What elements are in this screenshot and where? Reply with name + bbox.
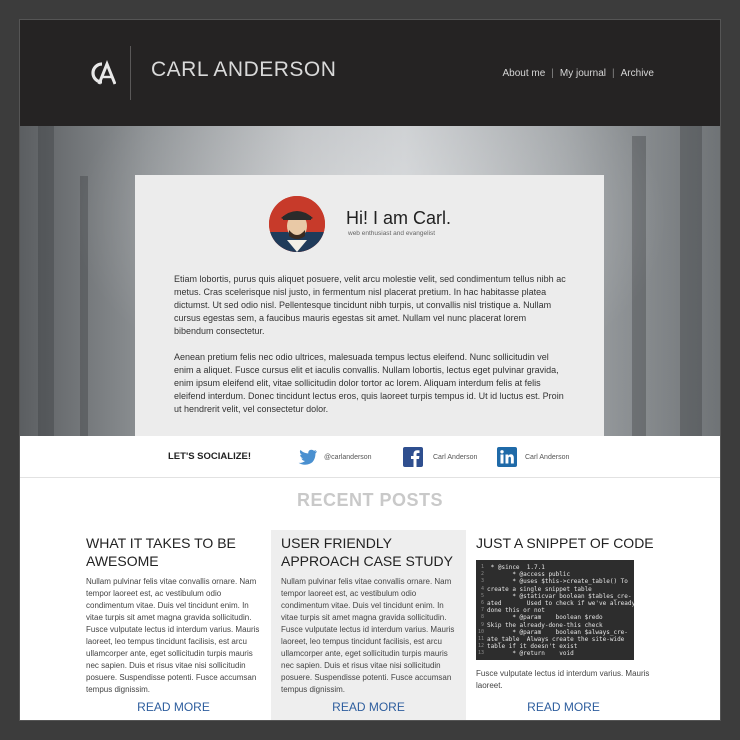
- code-line-number: 9: [481, 621, 485, 628]
- avatar-portrait-icon: [269, 196, 325, 252]
- code-line-number: 1: [481, 564, 485, 570]
- nav-separator: |: [612, 68, 615, 79]
- intro-card: Hi! I am Carl. web enthusiast and evange…: [135, 175, 604, 436]
- code-line-number: 6: [481, 600, 485, 607]
- read-more-link[interactable]: READ MORE: [271, 700, 466, 714]
- social-link-facebook[interactable]: Carl Anderson: [403, 447, 477, 467]
- post-title[interactable]: USER FRIENDLY APPROACH CASE STUDY: [281, 534, 461, 570]
- code-line-number: 3: [481, 578, 485, 585]
- nav-about-me[interactable]: About me: [502, 68, 545, 79]
- recent-posts-heading: RECENT POSTS: [296, 490, 444, 510]
- greeting-heading: Hi! I am Carl.: [346, 208, 452, 228]
- code-line-number: 7: [481, 607, 485, 614]
- code-line-number: 11: [478, 636, 485, 643]
- facebook-name: Carl Anderson: [433, 453, 478, 461]
- nav-archive[interactable]: Archive: [621, 68, 654, 79]
- main-nav: About me | My journal | Archive: [502, 68, 654, 79]
- read-more-link[interactable]: READ MORE: [76, 700, 271, 714]
- linkedin-name: Carl Anderson: [525, 453, 570, 461]
- site-title[interactable]: CARL ANDERSON: [151, 58, 336, 82]
- post-card: WHAT IT TAKES TO BE AWESOME Nullam pulvi…: [76, 530, 271, 720]
- post-title[interactable]: WHAT IT TAKES TO BE AWESOME: [86, 534, 266, 570]
- twitter-icon: [298, 447, 318, 467]
- code-line-number: 4: [481, 585, 485, 592]
- twitter-handle: @carlanderson: [324, 453, 372, 461]
- code-line-number: 5: [481, 592, 485, 599]
- intro-paragraph-1: Etiam lobortis, purus quis aliquet posue…: [174, 274, 566, 336]
- intro-paragraph-2: Aenean pretium felis nec odio ultrices, …: [174, 352, 564, 414]
- code-line-number: 12: [478, 643, 485, 650]
- avatar: [269, 196, 325, 252]
- ca-monogram-icon[interactable]: [86, 58, 116, 88]
- site-header: CARL ANDERSON About me | My journal | Ar…: [20, 20, 720, 126]
- page-frame: CARL ANDERSON About me | My journal | Ar…: [20, 20, 720, 720]
- hero-section: Hi! I am Carl. web enthusiast and evange…: [20, 126, 720, 436]
- post-card: JUST A SNIPPET OF CODE 1 2 3 4 5 6 7 8 9 10 11 12 13…: [466, 530, 661, 720]
- post-excerpt: Nullam pulvinar felis vitae convallis or…: [86, 577, 260, 694]
- tagline: web enthusiast and evangelist: [348, 230, 436, 237]
- read-more-link[interactable]: READ MORE: [466, 700, 661, 714]
- facebook-icon: [403, 447, 423, 467]
- linkedin-icon: [497, 447, 517, 467]
- social-link-linkedin[interactable]: Carl Anderson: [497, 447, 569, 467]
- code-line-numbers: 1 2 3 4 5 6 7 8 9 10 11 12 13: [478, 564, 487, 656]
- nav-separator: |: [551, 68, 554, 79]
- social-title: LET'S SOCIALIZE!: [168, 451, 252, 462]
- code-text: * @since 1.7.1 * @access public * @uses …: [487, 564, 636, 658]
- code-line-number: 2: [481, 571, 485, 578]
- code-line-number: 8: [481, 614, 485, 621]
- code-line-number: 10: [478, 628, 485, 635]
- social-link-twitter[interactable]: @carlanderson: [298, 447, 372, 467]
- code-line-number: 13: [478, 650, 485, 657]
- social-bar: LET'S SOCIALIZE! @carlanderson Carl Ande…: [20, 436, 720, 478]
- post-card: USER FRIENDLY APPROACH CASE STUDY Nullam…: [271, 530, 466, 720]
- nav-my-journal[interactable]: My journal: [560, 68, 606, 79]
- code-snippet: 1 2 3 4 5 6 7 8 9 10 11 12 13 * @since 1.7.1 * @acce…: [476, 560, 636, 660]
- logo-divider: [130, 46, 131, 100]
- post-excerpt: Nullam pulvinar felis vitae convallis or…: [281, 577, 455, 694]
- post-title[interactable]: JUST A SNIPPET OF CODE: [476, 534, 656, 552]
- post-excerpt: Fusce vulputate lectus id interdum variu…: [476, 669, 650, 690]
